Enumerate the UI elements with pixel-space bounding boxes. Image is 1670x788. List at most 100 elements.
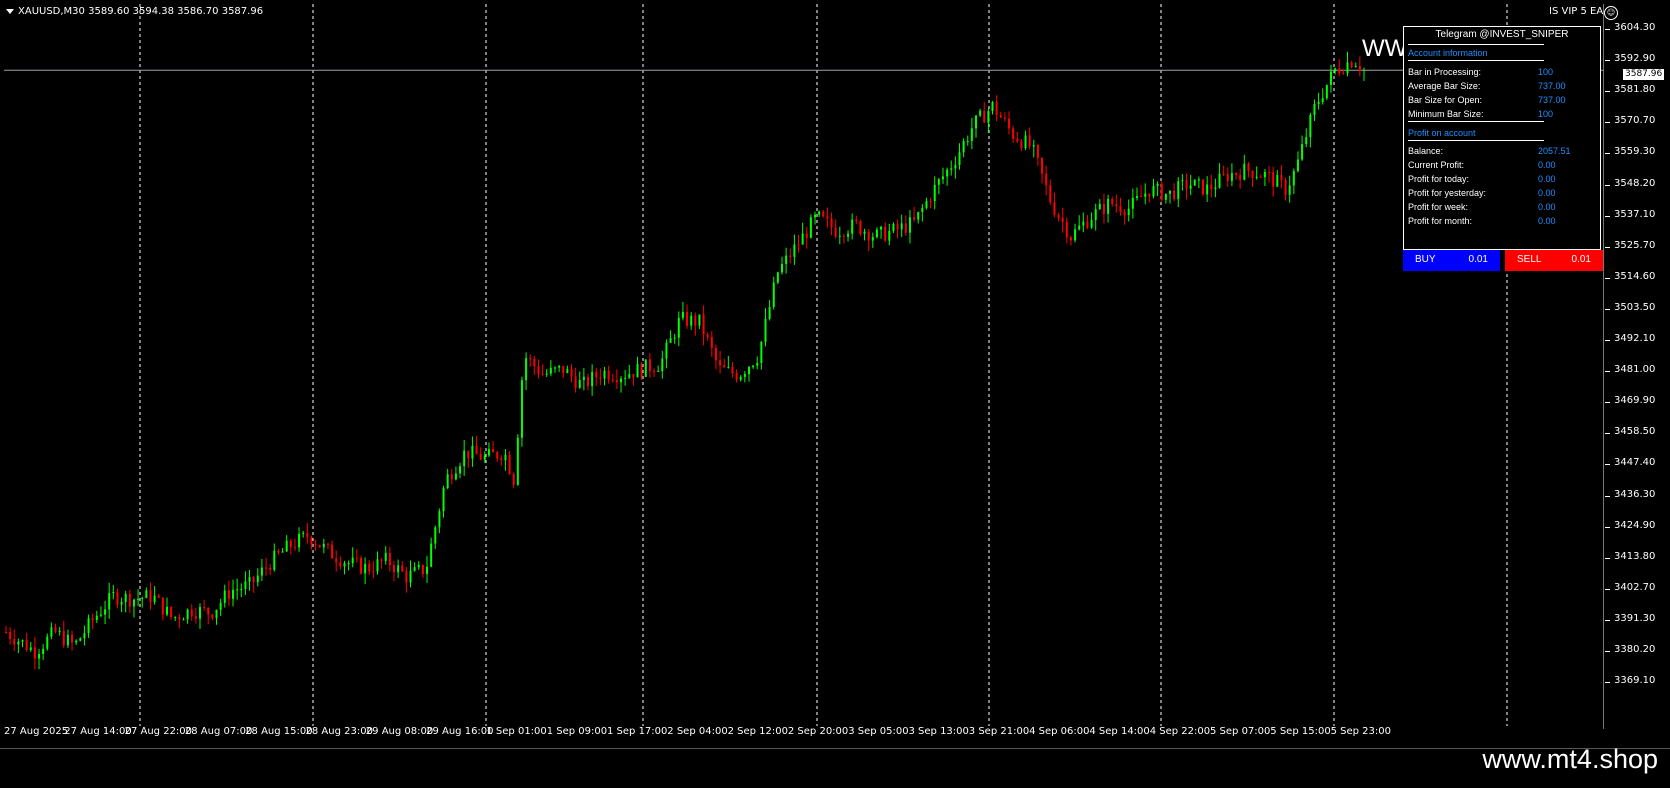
- price-tick-label: 3525.70: [1614, 239, 1656, 251]
- time-tick-label: 29 Aug 08:00: [365, 726, 434, 737]
- candle-body: [929, 201, 932, 203]
- time-tick-label: 28 Aug 23:00: [305, 726, 373, 737]
- candle-body: [681, 311, 684, 318]
- candle-body: [925, 201, 928, 208]
- candle-body: [1078, 225, 1081, 230]
- candle-body: [13, 638, 16, 645]
- candle-body: [66, 634, 69, 646]
- price-tick-mark: [1605, 122, 1610, 124]
- candle-body: [983, 110, 986, 123]
- candle-body: [958, 152, 961, 165]
- candle-body: [1305, 137, 1308, 145]
- price-tick-label: 3458.50: [1614, 426, 1656, 438]
- candle-body: [620, 378, 623, 383]
- candle-body: [54, 627, 57, 632]
- time-axis[interactable]: 27 Aug 2025 27 Aug 14:00 27 Aug 22:00 28 Au…: [4, 726, 1604, 742]
- candle-body: [558, 365, 561, 368]
- row-value: 0.00: [1538, 216, 1556, 226]
- candle-body: [896, 224, 899, 230]
- section-account-info: Account information: [1408, 48, 1488, 58]
- candle-body: [1202, 179, 1205, 195]
- candle-body: [545, 373, 548, 375]
- candle-body: [653, 371, 656, 373]
- candle-body: [149, 590, 152, 603]
- candle-body: [516, 437, 519, 485]
- candle-body: [1189, 185, 1192, 189]
- candle-body: [326, 543, 329, 545]
- price-tick-label: 3503.50: [1614, 301, 1656, 313]
- candle-body: [244, 581, 247, 589]
- candle-body: [384, 552, 387, 561]
- candle-body: [137, 598, 140, 600]
- price-tick-label: 3592.90: [1614, 53, 1656, 65]
- divider: [1408, 140, 1544, 141]
- candle-body: [1041, 157, 1044, 174]
- candle-body: [1218, 173, 1221, 188]
- candle-body: [1342, 72, 1345, 74]
- candle-body: [941, 176, 944, 180]
- candle-body: [892, 224, 895, 231]
- price-tick-mark: [1605, 184, 1610, 186]
- candle-body: [1214, 187, 1217, 190]
- candle-body: [116, 592, 119, 605]
- candle-body: [50, 627, 53, 637]
- buy-button[interactable]: BUY 0.01: [1403, 250, 1500, 271]
- time-tick-label: 1 Sep 01:00: [486, 726, 547, 737]
- time-tick-label: 27 Aug 14:00: [64, 726, 132, 737]
- candle-body: [496, 452, 499, 459]
- candle-body: [442, 488, 445, 512]
- candle-body: [165, 606, 168, 615]
- candle-body: [677, 317, 680, 338]
- time-tick-label: 4 Sep 06:00: [1029, 726, 1090, 737]
- price-tick-mark: [1605, 277, 1610, 279]
- candle-body: [904, 223, 907, 233]
- candle-body: [306, 532, 309, 538]
- candlestick-chart[interactable]: [4, 4, 1603, 726]
- sell-button[interactable]: SELL 0.01: [1505, 250, 1603, 271]
- candle-body: [1309, 114, 1312, 138]
- candle-body: [265, 567, 268, 569]
- ohlc-values: 3589.60 3594.38 3586.70 3587.96: [88, 6, 264, 17]
- row-value: 0.00: [1538, 188, 1556, 198]
- candle-body: [578, 380, 581, 388]
- buy-lot: 0.01: [1468, 254, 1488, 265]
- candle-body: [669, 338, 672, 343]
- candle-body: [124, 593, 127, 602]
- triangle-down-icon[interactable]: [6, 8, 14, 14]
- time-tick-label: 3 Sep 21:00: [968, 726, 1030, 737]
- candle-body: [533, 358, 536, 367]
- candle-body: [1321, 98, 1324, 102]
- time-tick-label: 5 Sep 15:00: [1270, 726, 1331, 737]
- candle-body: [723, 365, 726, 368]
- price-tick-mark: [1605, 588, 1610, 590]
- candle-body: [1140, 196, 1143, 198]
- price-tick-label: 3481.00: [1614, 364, 1656, 376]
- candle-body: [644, 359, 647, 377]
- candle-body: [1135, 196, 1138, 198]
- candle-body: [1115, 204, 1118, 207]
- candle-body: [1222, 173, 1225, 175]
- row-label: Profit for month:: [1408, 216, 1473, 226]
- candle-body: [29, 647, 32, 651]
- candle-body: [186, 609, 189, 620]
- candle-body: [1193, 179, 1196, 186]
- candle-body: [574, 376, 577, 388]
- candle-body: [463, 450, 466, 467]
- sell-lot: 0.01: [1571, 254, 1591, 265]
- price-tick-label: 3604.30: [1614, 22, 1656, 33]
- candle-body: [921, 207, 924, 212]
- candle-body: [1354, 65, 1357, 68]
- candle-body: [219, 602, 222, 610]
- price-axis[interactable]: 3604.30 3592.90 3581.80 3570.70 3559.30 3548.…: [1604, 4, 1670, 729]
- candle-body: [1255, 176, 1258, 178]
- price-tick-mark: [1605, 371, 1610, 373]
- candle-body: [1102, 203, 1105, 214]
- candle-body: [388, 552, 391, 566]
- candle-body: [1268, 171, 1271, 173]
- candle-body: [756, 362, 759, 366]
- candle-body: [289, 540, 292, 548]
- candle-body: [454, 473, 457, 480]
- candle-body: [211, 614, 214, 619]
- candle-body: [1053, 202, 1056, 215]
- candle-body: [776, 272, 779, 283]
